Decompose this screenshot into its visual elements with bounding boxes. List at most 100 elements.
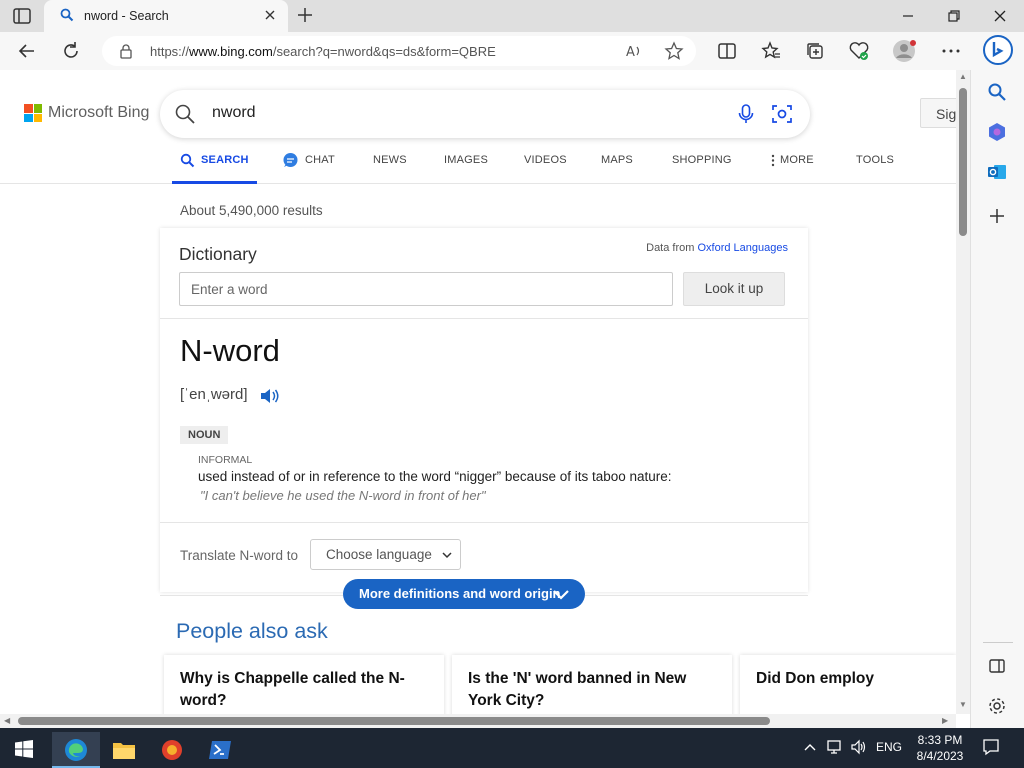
chat-bubble-icon bbox=[283, 153, 298, 167]
favorites-icon[interactable] bbox=[760, 40, 782, 62]
title-bar: nword - Search bbox=[0, 0, 1024, 32]
volume-icon[interactable] bbox=[850, 738, 868, 756]
dictionary-source: Data from Oxford Languages bbox=[646, 242, 788, 254]
refresh-icon[interactable] bbox=[60, 40, 82, 62]
hide-sidebar-icon[interactable] bbox=[987, 656, 1007, 676]
search-icon[interactable] bbox=[174, 103, 196, 125]
scroll-left-icon[interactable]: ◀ bbox=[4, 716, 10, 725]
scroll-down-icon[interactable]: ▼ bbox=[959, 700, 967, 709]
profile-avatar-icon[interactable] bbox=[892, 38, 918, 64]
lock-icon[interactable] bbox=[118, 43, 134, 59]
search-icon[interactable] bbox=[987, 82, 1007, 102]
language-indicator[interactable]: ENG bbox=[876, 740, 902, 754]
language-select[interactable]: Choose language bbox=[310, 539, 461, 570]
tab-label: CHAT bbox=[305, 154, 335, 166]
restore-icon[interactable] bbox=[944, 6, 964, 26]
back-arrow-icon[interactable] bbox=[16, 40, 38, 62]
paa-question-card[interactable]: Is the 'N' word banned in New York City? bbox=[452, 655, 732, 714]
tab-label: MAPS bbox=[601, 154, 633, 166]
microphone-icon[interactable] bbox=[736, 103, 756, 125]
collections-icon[interactable] bbox=[804, 40, 826, 62]
paa-question-card[interactable]: Did Don employ bbox=[740, 655, 956, 714]
tab-images[interactable]: IMAGES bbox=[444, 154, 488, 184]
search-query[interactable]: nword bbox=[212, 104, 256, 122]
chevron-down-icon bbox=[442, 552, 452, 559]
tab-tools[interactable]: TOOLS bbox=[856, 154, 894, 184]
network-icon[interactable] bbox=[826, 738, 844, 756]
look-it-up-button[interactable]: Look it up bbox=[683, 272, 785, 306]
example-text: "I can't believe he used the N-word in f… bbox=[200, 488, 486, 503]
edge-sidebar bbox=[970, 70, 1024, 728]
tab-label: NEWS bbox=[373, 154, 407, 166]
browser-essentials-icon[interactable] bbox=[848, 40, 870, 62]
browser-toolbar: https://www.bing.com/search?q=nword&qs=d… bbox=[0, 32, 1024, 70]
show-hidden-icons-icon[interactable] bbox=[804, 742, 816, 752]
divider bbox=[160, 318, 808, 319]
taskbar-powershell[interactable] bbox=[196, 732, 244, 768]
tab-title: nword - Search bbox=[84, 9, 169, 23]
scroll-up-icon[interactable]: ▲ bbox=[959, 72, 967, 81]
bing-chat-icon[interactable] bbox=[982, 34, 1014, 66]
chevron-down-icon bbox=[553, 590, 569, 600]
outlook-icon[interactable] bbox=[987, 162, 1007, 182]
tab-label: VIDEOS bbox=[524, 154, 567, 166]
close-window-icon[interactable] bbox=[990, 6, 1010, 26]
translate-label: Translate N-word to bbox=[180, 548, 299, 563]
close-tab-icon[interactable] bbox=[262, 7, 278, 23]
people-also-ask-title: People also ask bbox=[176, 619, 328, 643]
read-aloud-icon[interactable]: A bbox=[624, 41, 644, 61]
minimize-icon[interactable] bbox=[898, 6, 918, 26]
tab-news[interactable]: NEWS bbox=[373, 154, 407, 184]
more-definitions-button[interactable]: More definitions and word origin bbox=[343, 579, 585, 609]
taskbar-edge[interactable] bbox=[52, 732, 100, 768]
clock[interactable]: 8:33 PM 8/4/2023 bbox=[910, 732, 970, 764]
tab-label: IMAGES bbox=[444, 154, 488, 166]
tab-label: MORE bbox=[780, 154, 814, 166]
visual-search-icon[interactable] bbox=[770, 102, 794, 126]
vertical-dots-icon bbox=[771, 154, 775, 167]
new-tab-icon[interactable] bbox=[296, 6, 314, 24]
tab-label: TOOLS bbox=[856, 154, 895, 166]
speaker-icon[interactable] bbox=[259, 386, 281, 406]
logo-text: Microsoft Bing bbox=[48, 104, 150, 121]
more-options-icon[interactable] bbox=[940, 40, 962, 62]
part-of-speech-badge: NOUN bbox=[180, 426, 229, 444]
search-icon bbox=[180, 153, 195, 168]
bing-logo[interactable]: Microsoft Bing bbox=[24, 104, 149, 122]
tab-search[interactable]: SEARCH bbox=[172, 153, 257, 184]
add-icon[interactable] bbox=[987, 206, 1007, 226]
windows-start-icon[interactable] bbox=[15, 740, 33, 758]
search-box[interactable]: nword bbox=[160, 90, 810, 138]
paa-question-card[interactable]: Why is Chappelle called the N-word? bbox=[164, 655, 444, 714]
tab-label: SHOPPING bbox=[672, 154, 732, 166]
favorite-star-icon[interactable] bbox=[664, 41, 684, 61]
tab-shopping[interactable]: SHOPPING bbox=[672, 154, 732, 184]
vertical-scrollbar[interactable]: ▲ ▼ bbox=[956, 70, 970, 714]
register-label: INFORMAL bbox=[198, 454, 253, 466]
pronunciation: [ˈenˌwərd] bbox=[180, 386, 248, 403]
oxford-link[interactable]: Oxford Languages bbox=[697, 242, 788, 254]
scroll-thumb[interactable] bbox=[18, 717, 770, 725]
divider bbox=[983, 642, 1013, 643]
tab-chat[interactable]: CHAT bbox=[282, 153, 335, 184]
notifications-icon[interactable] bbox=[982, 738, 1000, 756]
taskbar-file-explorer[interactable] bbox=[100, 732, 148, 768]
tab-videos[interactable]: VIDEOS bbox=[524, 154, 567, 184]
taskbar-app[interactable] bbox=[148, 732, 196, 768]
tab-active[interactable]: nword - Search bbox=[44, 0, 288, 32]
horizontal-scrollbar[interactable]: ◀ ▶ bbox=[0, 714, 956, 728]
tab-actions-icon[interactable] bbox=[10, 6, 34, 26]
url-text[interactable]: https://www.bing.com/search?q=nword&qs=d… bbox=[150, 44, 496, 59]
tab-maps[interactable]: MAPS bbox=[601, 154, 633, 184]
tab-more[interactable]: MORE bbox=[770, 154, 814, 184]
divider bbox=[160, 522, 808, 523]
dictionary-heading: Dictionary bbox=[179, 244, 257, 264]
split-screen-icon[interactable] bbox=[716, 40, 738, 62]
settings-gear-icon[interactable] bbox=[987, 696, 1007, 716]
scroll-thumb[interactable] bbox=[959, 88, 967, 236]
scroll-right-icon[interactable]: ▶ bbox=[942, 716, 948, 725]
address-bar[interactable]: https://www.bing.com/search?q=nword&qs=d… bbox=[102, 36, 696, 66]
word-input[interactable]: Enter a word bbox=[179, 272, 673, 306]
copilot-icon[interactable] bbox=[987, 122, 1007, 142]
signin-button[interactable]: Sig bbox=[920, 98, 956, 128]
